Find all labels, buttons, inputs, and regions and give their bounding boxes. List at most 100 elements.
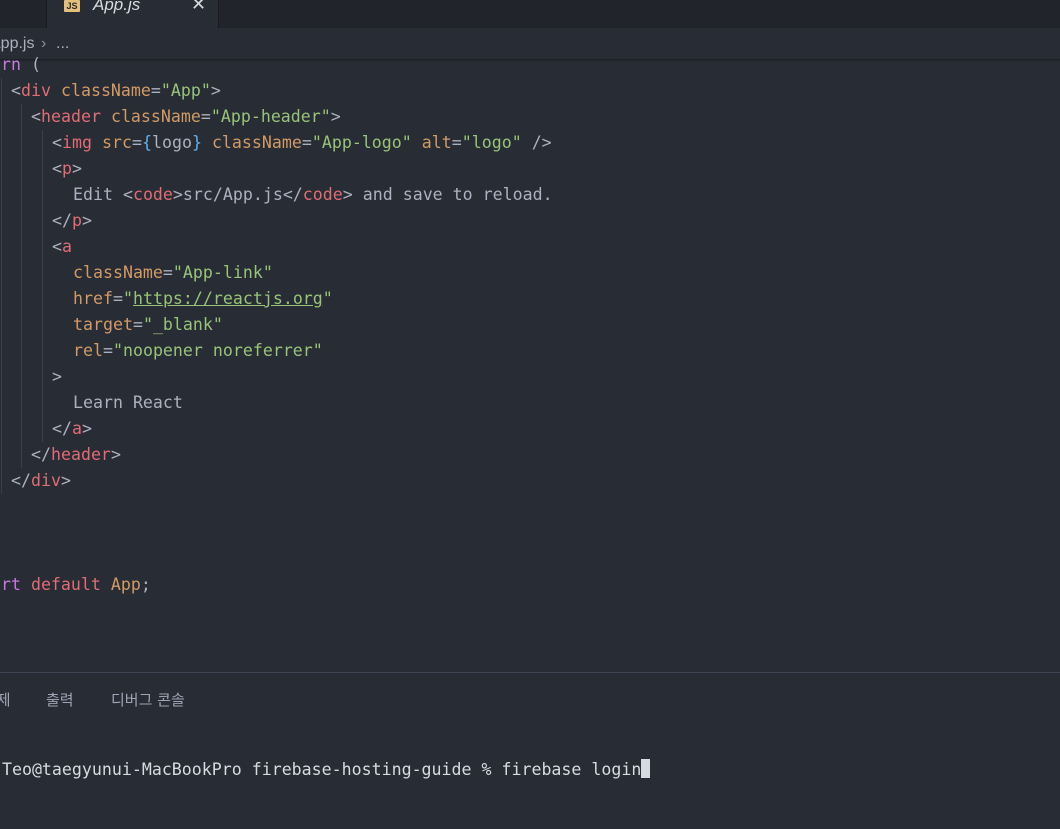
indent-guide bbox=[42, 260, 43, 364]
code-token: code bbox=[302, 185, 343, 204]
code-token: = bbox=[150, 81, 161, 100]
code-line: target="_blank" bbox=[73, 312, 223, 338]
code-token: > and save to reload. bbox=[342, 185, 553, 204]
code-token: return bbox=[0, 55, 21, 74]
bottom-panel: 문제 출력 디버그 콘솔 Teo@taegyunui-MacBookPro fi… bbox=[0, 672, 1060, 829]
code-token: > bbox=[60, 471, 71, 490]
code-token: logo bbox=[151, 133, 192, 152]
code-token: img bbox=[62, 133, 92, 152]
close-icon[interactable]: ✕ bbox=[191, 0, 206, 14]
code-token: > bbox=[81, 211, 92, 230]
code-token: a bbox=[71, 419, 82, 438]
code-token: className bbox=[73, 263, 163, 282]
code-token: "App-link" bbox=[172, 263, 273, 282]
panel-tab-debug-console[interactable]: 디버그 콘솔 bbox=[111, 689, 185, 710]
code-token: div bbox=[21, 81, 51, 100]
code-token: > bbox=[52, 367, 62, 386]
code-token: target bbox=[73, 315, 133, 334]
code-token: = bbox=[200, 107, 211, 126]
code-token: className bbox=[60, 81, 151, 100]
code-token: export bbox=[0, 575, 21, 594]
code-token: code bbox=[132, 185, 173, 204]
code-token: = bbox=[131, 133, 142, 152]
code-line: </header> bbox=[31, 442, 121, 468]
code-editor[interactable]: return (<div className="App"><header cla… bbox=[0, 52, 1060, 672]
code-line: export default App; bbox=[0, 572, 151, 598]
code-line: > bbox=[52, 364, 62, 390]
indent-guide bbox=[42, 390, 43, 416]
code-token: > bbox=[110, 445, 121, 464]
panel-tab-problems[interactable]: 문제 bbox=[0, 689, 11, 710]
tab-app-js[interactable]: JS App.js ✕ bbox=[46, 0, 219, 28]
code-token: a bbox=[62, 237, 72, 256]
code-token: { bbox=[141, 133, 152, 152]
code-token: </ bbox=[11, 471, 31, 490]
code-token: </ bbox=[52, 211, 72, 230]
javascript-file-icon: JS bbox=[64, 0, 80, 12]
code-token: header bbox=[41, 107, 101, 126]
code-token: </ bbox=[52, 419, 72, 438]
code-token: < bbox=[52, 133, 62, 152]
code-token: "App-header" bbox=[210, 107, 331, 126]
editor-tab-bar: JS App.js ✕ bbox=[0, 0, 1060, 28]
indent-guide bbox=[1, 78, 2, 494]
code-line: href="https://reactjs.org" bbox=[73, 286, 333, 312]
code-token: ( bbox=[20, 55, 41, 74]
code-token: Edit < bbox=[73, 185, 133, 204]
code-token: " bbox=[322, 289, 333, 308]
code-token: = bbox=[301, 133, 312, 152]
code-token: " bbox=[122, 289, 133, 308]
code-token: header bbox=[50, 445, 111, 464]
code-token: App bbox=[110, 575, 141, 594]
terminal-text: Teo@taegyunui-MacBookPro firebase-hostin… bbox=[1, 760, 642, 779]
code-token: > bbox=[210, 81, 221, 100]
code-token: = bbox=[112, 289, 123, 308]
code-token: p bbox=[71, 211, 82, 230]
code-token: "noopener noreferrer" bbox=[112, 341, 323, 360]
code-token: default bbox=[30, 575, 101, 594]
code-token: rel bbox=[73, 341, 103, 360]
code-line: <header className="App-header"> bbox=[31, 104, 341, 130]
code-line: <p> bbox=[52, 156, 82, 182]
code-token: = bbox=[132, 315, 143, 334]
code-token: >src/App.js</ bbox=[172, 185, 303, 204]
terminal-prompt[interactable]: Teo@taegyunui-MacBookPro firebase-hostin… bbox=[0, 731, 651, 779]
code-token: ; bbox=[140, 575, 151, 594]
code-line: Learn React bbox=[73, 390, 183, 416]
code-token: > bbox=[81, 419, 92, 438]
code-token: = bbox=[162, 263, 173, 282]
code-token: < bbox=[11, 81, 21, 100]
code-token: </ bbox=[31, 445, 51, 464]
code-token: "App" bbox=[160, 81, 211, 100]
code-token: > bbox=[330, 107, 341, 126]
code-token: "logo" bbox=[461, 133, 522, 152]
code-token: "App-logo" bbox=[311, 133, 412, 152]
code-token: https://reactjs.org bbox=[132, 289, 323, 308]
code-token: "_blank" bbox=[142, 315, 223, 334]
code-token: > bbox=[72, 159, 82, 178]
code-token: className bbox=[110, 107, 201, 126]
code-token: src bbox=[101, 133, 132, 152]
code-token: p bbox=[62, 159, 72, 178]
code-line: <a bbox=[52, 234, 72, 260]
code-token: Learn React bbox=[73, 393, 183, 412]
code-token: < bbox=[52, 237, 62, 256]
code-token: } bbox=[191, 133, 202, 152]
code-line: </p> bbox=[52, 208, 92, 234]
code-token: alt bbox=[421, 133, 452, 152]
tab-title: App.js bbox=[93, 0, 141, 14]
code-line: className="App-link" bbox=[73, 260, 273, 286]
code-token: className bbox=[211, 133, 302, 152]
code-line: </div> bbox=[11, 468, 71, 494]
code-line: <img src={logo} className="App-logo" alt… bbox=[52, 130, 552, 156]
code-token: < bbox=[52, 159, 62, 178]
code-token: href bbox=[73, 289, 113, 308]
code-line: Edit <code>src/App.js</code> and save to… bbox=[73, 182, 553, 208]
panel-tab-output[interactable]: 출력 bbox=[46, 689, 74, 710]
